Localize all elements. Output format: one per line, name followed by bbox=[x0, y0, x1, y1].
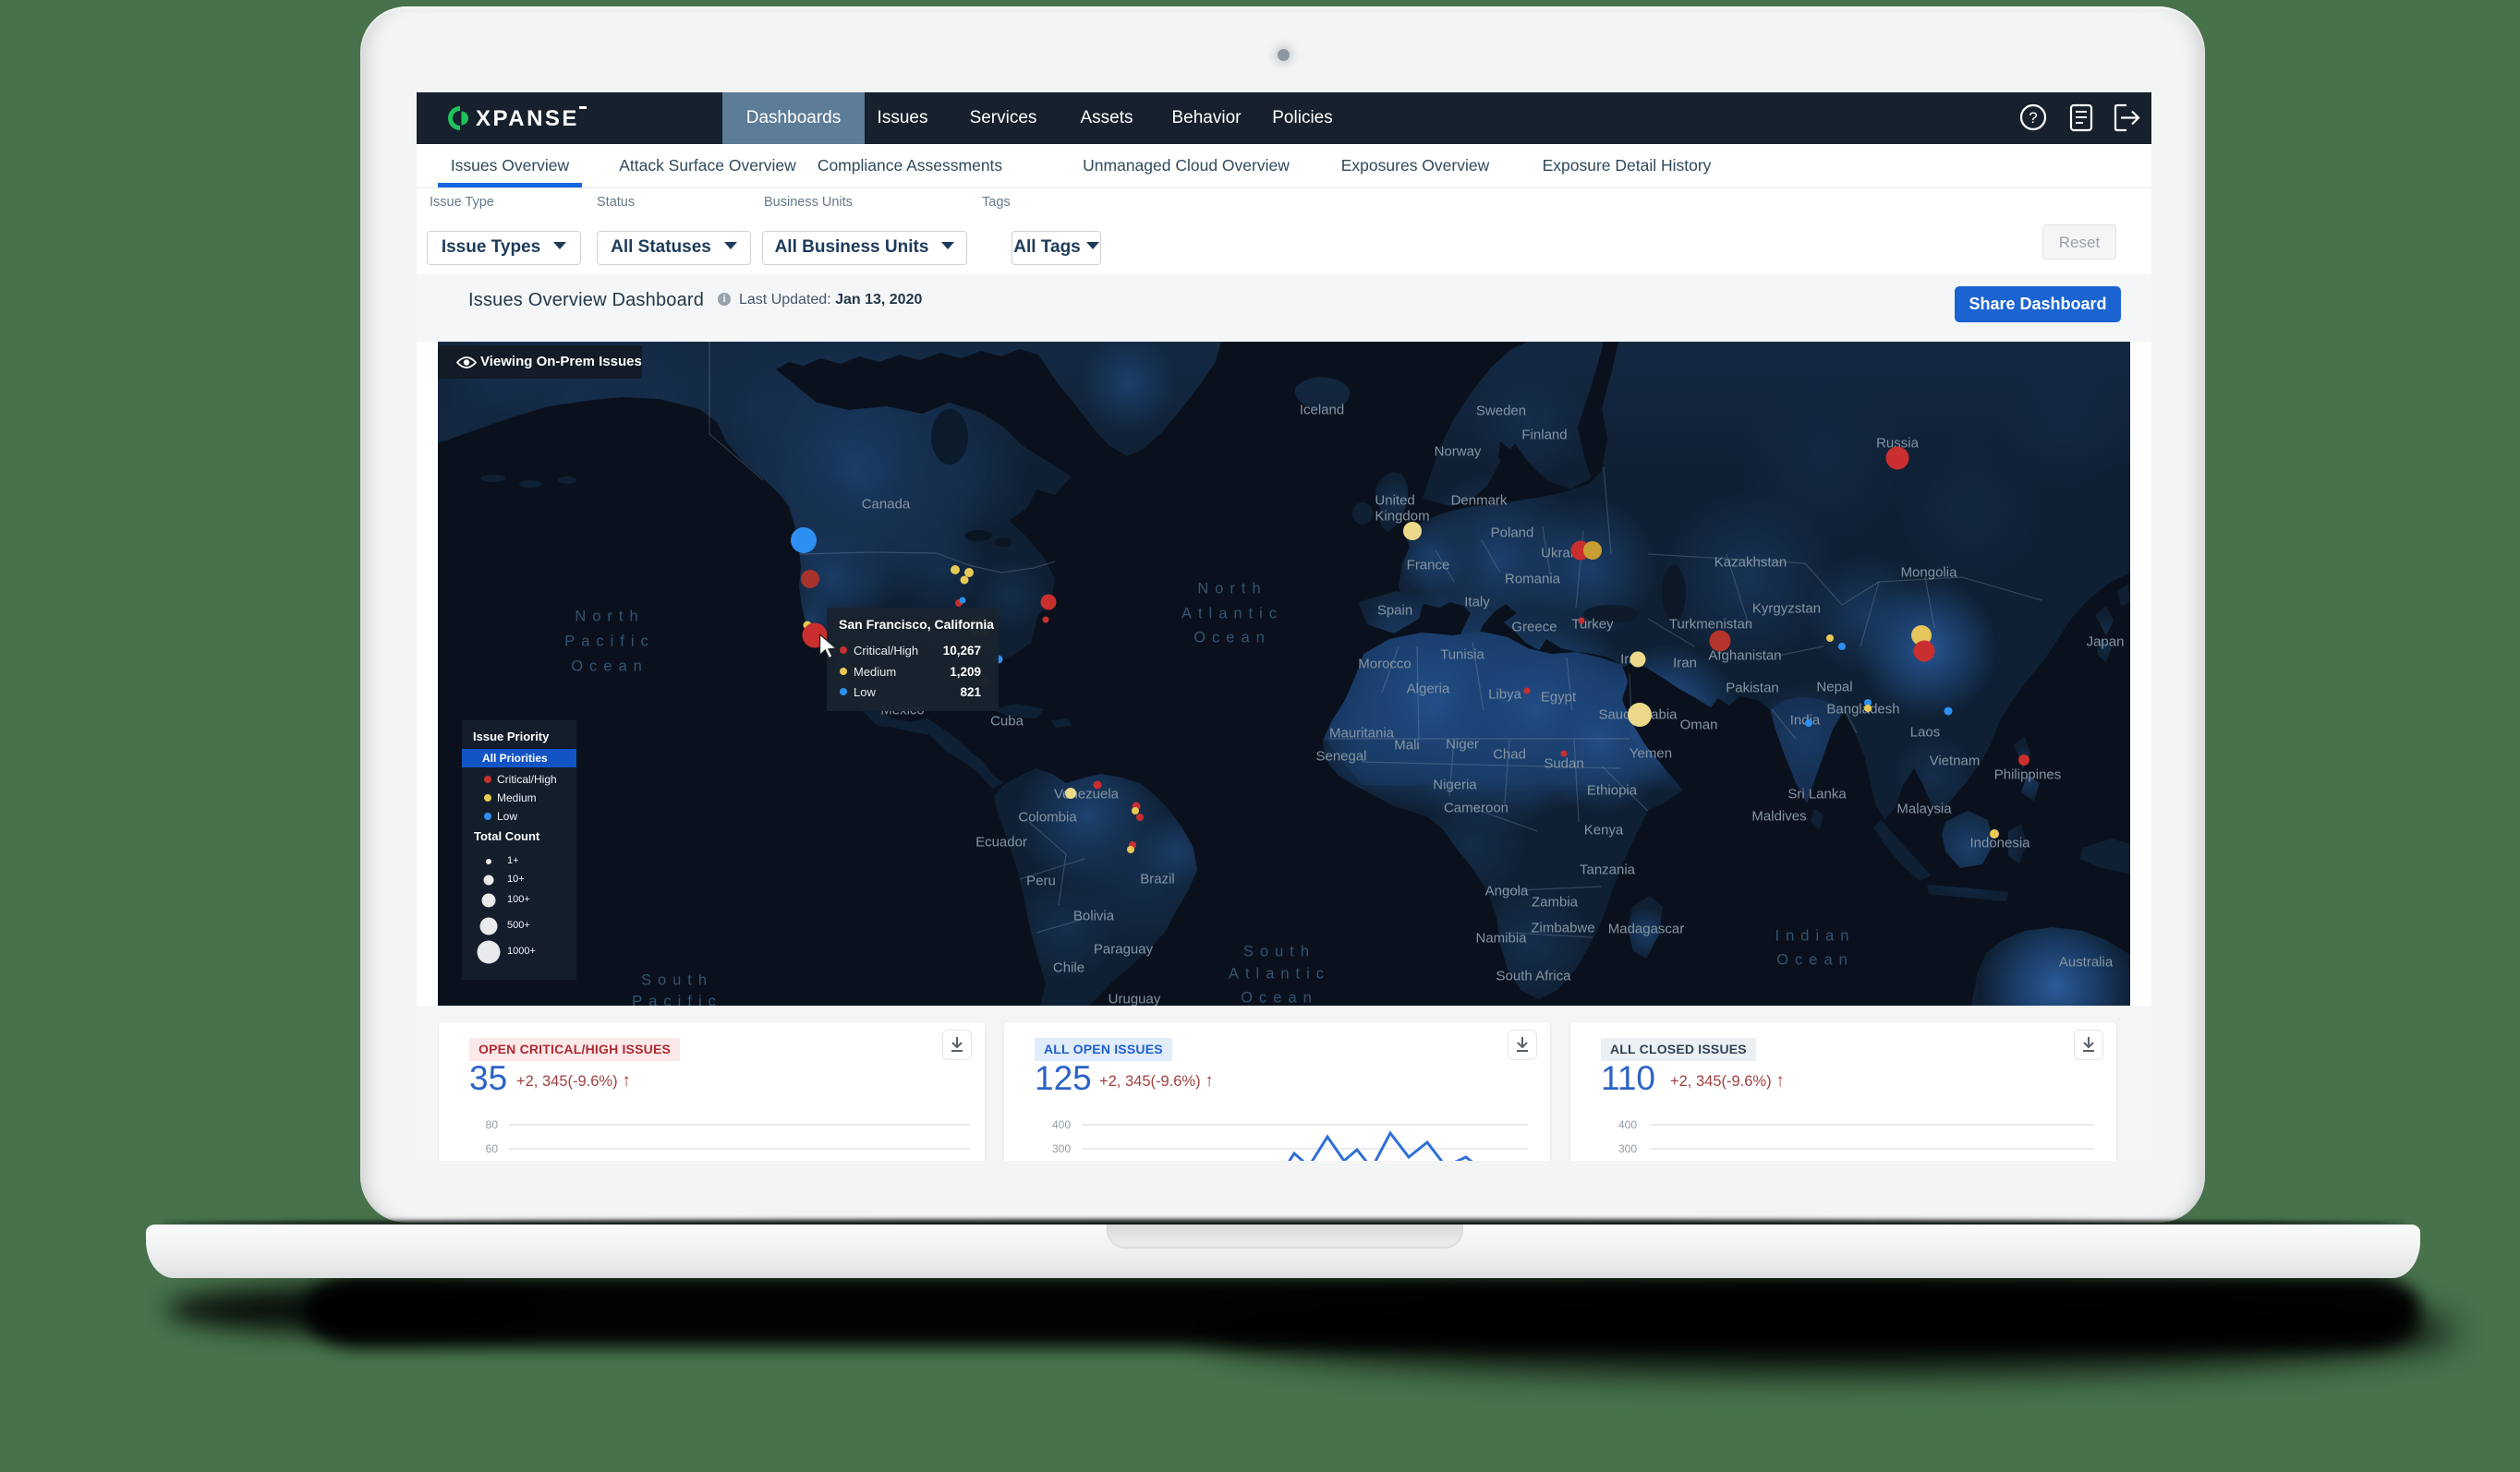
svg-text:?: ? bbox=[2029, 109, 2037, 127]
